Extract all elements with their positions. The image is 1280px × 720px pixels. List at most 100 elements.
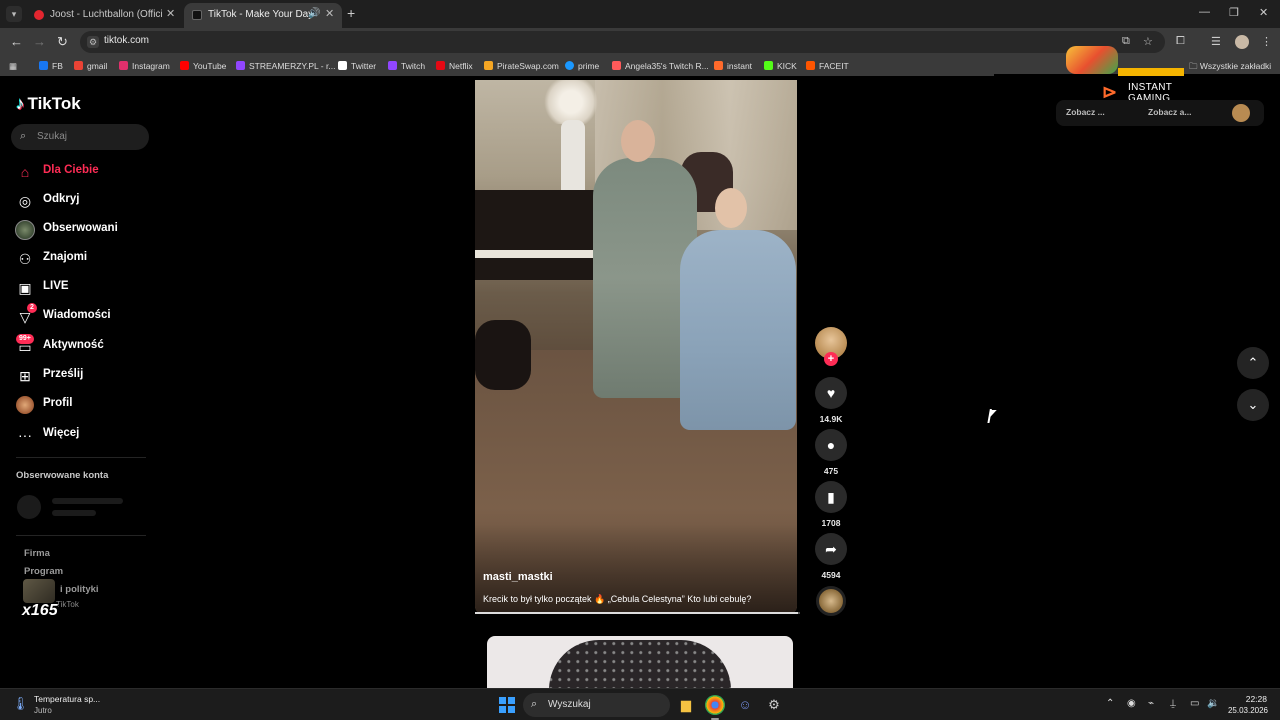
steam-icon[interactable]: ⚙ bbox=[764, 695, 784, 715]
clock-time[interactable]: 22:28 bbox=[1237, 694, 1267, 704]
discord-tray-icon[interactable]: ◉ bbox=[1127, 698, 1136, 709]
microphone-icon[interactable]: ⍊ bbox=[1170, 698, 1176, 709]
bookmark-twitch[interactable]: Twitch bbox=[388, 61, 425, 71]
video-scene-girl-blue-hoodie bbox=[680, 230, 796, 430]
weather-title[interactable]: Temperatura sp... bbox=[34, 694, 100, 704]
chevron-up-icon: ⌃ bbox=[1247, 355, 1259, 370]
cast-icon[interactable]: ⧉ bbox=[1122, 35, 1130, 48]
footer-program-link[interactable]: Program bbox=[24, 566, 63, 577]
file-explorer-icon[interactable]: ▆ bbox=[676, 695, 696, 715]
taskbar-search[interactable]: ⌕ bbox=[523, 693, 670, 717]
video-author[interactable]: masti_mastki bbox=[483, 571, 553, 583]
video-scene-flowers bbox=[541, 80, 601, 124]
x-twitter-icon bbox=[338, 61, 347, 70]
clock-date[interactable]: 25.03.2026 bbox=[1222, 706, 1268, 715]
nav-explore[interactable]: ◎ Odkryj bbox=[14, 189, 154, 213]
nav-for-you[interactable]: ⌂ Dla Ciebie bbox=[14, 160, 154, 184]
loading-avatar-placeholder bbox=[17, 495, 41, 519]
twitch-icon bbox=[388, 61, 397, 70]
previous-video-button[interactable]: ⌃ bbox=[1237, 347, 1269, 379]
windows-taskbar: 🌡 Temperatura sp... Jutro ⌕ ▆ ☺ ⚙ ⌃ ◉ ⌁ … bbox=[0, 688, 1280, 720]
bookmark-fb[interactable]: FB bbox=[39, 61, 63, 71]
apps-grid-icon[interactable]: ▦ bbox=[9, 61, 17, 72]
nav-more[interactable]: ··· Więcej bbox=[14, 423, 154, 447]
bookmark-netflix[interactable]: Netflix bbox=[436, 61, 473, 71]
tray-overflow-icon[interactable]: ⌃ bbox=[1106, 698, 1114, 709]
audio-playing-icon[interactable]: 🔊 bbox=[308, 8, 320, 19]
footer-company-link[interactable]: Firma bbox=[24, 548, 50, 559]
follow-plus-icon[interactable]: + bbox=[824, 352, 838, 366]
bookmark-twitter[interactable]: Twitter bbox=[338, 61, 376, 71]
thermometer-icon[interactable]: 🌡 bbox=[12, 696, 29, 714]
discord-icon[interactable]: ☺ bbox=[735, 695, 755, 715]
search-box[interactable]: ⌕ bbox=[11, 124, 149, 150]
bookmark-youtube[interactable]: YouTube bbox=[180, 61, 226, 71]
tiktok-logo[interactable]: ♪ TikTok bbox=[16, 94, 81, 114]
nav-upload[interactable]: ⊞ Prześlij bbox=[14, 364, 154, 388]
site-info-icon[interactable]: ⚙ bbox=[87, 36, 99, 48]
browser-tab-tiktok[interactable]: TikTok - Make Your Day 🔊 ✕ bbox=[184, 3, 342, 28]
comment-button[interactable]: ● bbox=[815, 429, 847, 461]
nav-following[interactable]: Obserwowani bbox=[14, 218, 154, 242]
minimize-icon[interactable]: — bbox=[1199, 6, 1210, 18]
bookmark-gmail[interactable]: gmail bbox=[74, 61, 107, 71]
bookmark-prime[interactable]: prime bbox=[565, 61, 599, 71]
network-icon[interactable]: ▭ bbox=[1190, 698, 1199, 709]
nav-messages[interactable]: ▽ 2 Wiadomości bbox=[14, 303, 154, 329]
omnibox[interactable]: ⚙ ⧉ ☆ bbox=[80, 31, 1165, 53]
close-tab-icon[interactable]: ✕ bbox=[166, 7, 175, 20]
bookmark-pirateswap[interactable]: PirateSwap.com bbox=[484, 61, 559, 71]
bluetooth-tray-icon[interactable]: ⌁ bbox=[1148, 698, 1154, 709]
bookmark-faceit[interactable]: FACEIT bbox=[806, 61, 849, 71]
heart-icon: ♥ bbox=[826, 385, 836, 401]
nav-friends[interactable]: ⚇ Znajomi bbox=[14, 247, 154, 271]
reload-icon[interactable]: ↻ bbox=[57, 34, 68, 50]
nav-profile[interactable]: Profil bbox=[14, 393, 154, 417]
bookmark-instagram[interactable]: Instagram bbox=[119, 61, 170, 71]
tab-search-button[interactable]: ▾ bbox=[6, 6, 22, 22]
bookmark-streamerzy[interactable]: STREAMERZY.PL - r... bbox=[236, 61, 335, 71]
windows-start-icon[interactable] bbox=[499, 697, 515, 713]
live-preview-card[interactable]: Zobacz ... Zobacz a... bbox=[1056, 100, 1264, 126]
bookmark-instant[interactable]: instant bbox=[714, 61, 752, 71]
restore-icon[interactable]: ❐ bbox=[1229, 6, 1239, 19]
extensions-icon[interactable]: ⧠ bbox=[1176, 35, 1185, 48]
bookmark-star-icon[interactable]: ☆ bbox=[1143, 35, 1153, 48]
save-button[interactable]: ▮ bbox=[815, 481, 847, 513]
live-card-link-right[interactable]: Zobacz a... bbox=[1148, 107, 1191, 117]
share-button[interactable]: ➦ bbox=[815, 533, 847, 565]
loading-line-placeholder bbox=[52, 510, 96, 516]
back-icon[interactable]: ← bbox=[10, 34, 23, 49]
menu-kebab-icon[interactable]: ⋮ bbox=[1261, 35, 1272, 48]
forward-icon[interactable]: → bbox=[33, 34, 46, 49]
next-video-preview[interactable] bbox=[487, 636, 793, 688]
profile-avatar-icon[interactable] bbox=[1235, 35, 1249, 49]
music-disc-icon[interactable] bbox=[816, 586, 846, 616]
reading-list-icon[interactable]: ☰ bbox=[1211, 35, 1221, 48]
url-input[interactable] bbox=[104, 35, 1004, 46]
bookmark-angela35[interactable]: Angela35's Twitch R... bbox=[612, 61, 709, 71]
like-button[interactable]: ♥ bbox=[815, 377, 847, 409]
live-card-link-left[interactable]: Zobacz ... bbox=[1066, 107, 1105, 117]
search-input[interactable] bbox=[37, 131, 137, 142]
home-icon: ⌂ bbox=[20, 164, 30, 180]
nav-activity[interactable]: ▭ 99+ Aktywność bbox=[14, 334, 154, 359]
volume-icon[interactable]: 🔉 bbox=[1207, 698, 1219, 709]
chrome-icon[interactable] bbox=[705, 695, 725, 715]
close-tab-icon[interactable]: ✕ bbox=[325, 7, 334, 20]
next-video-button[interactable]: ⌄ bbox=[1237, 389, 1269, 421]
close-window-icon[interactable]: ✕ bbox=[1259, 6, 1268, 19]
bookmark-kick[interactable]: KICK bbox=[764, 61, 797, 71]
live-card-avatar[interactable] bbox=[1232, 104, 1250, 122]
tab-title: TikTok - Make Your Day bbox=[208, 9, 314, 20]
video-player[interactable]: masti_mastki Krecik to był tylko począte… bbox=[475, 80, 797, 614]
followed-accounts-title: Obserwowane konta bbox=[16, 470, 109, 481]
footer-terms-link[interactable]: i polityki bbox=[60, 584, 99, 595]
all-bookmarks-folder[interactable]: 🗀 Wszystkie zakładki bbox=[1189, 61, 1271, 75]
video-progress-bar[interactable] bbox=[475, 612, 800, 614]
taskbar-search-input[interactable] bbox=[548, 699, 658, 710]
browser-tab-youtube[interactable]: Joost - Luchtballon (Official Vid ✕ bbox=[26, 3, 181, 28]
new-tab-button[interactable]: + bbox=[347, 5, 355, 21]
weather-subtitle: Jutro bbox=[34, 706, 52, 715]
nav-live[interactable]: ▣ LIVE bbox=[14, 276, 154, 300]
